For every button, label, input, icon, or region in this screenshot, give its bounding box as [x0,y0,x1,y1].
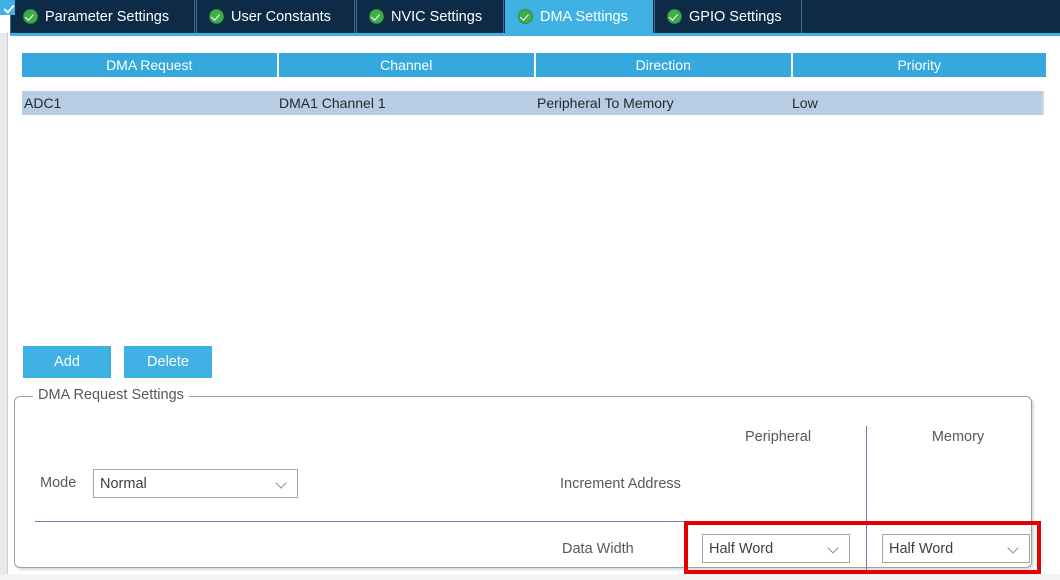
bottom-strip [0,574,1060,580]
mode-label: Mode [40,475,77,491]
check-circle-icon [369,9,384,24]
left-rail [0,33,8,580]
tab-label: NVIC Settings [391,8,483,25]
data-width-memory-select[interactable]: Half Word [882,534,1030,563]
tab-bar: Parameter Settings User Constants NVIC S… [0,0,1060,33]
settings-row-divider [35,521,1032,522]
column-label-memory: Memory [931,429,985,445]
cell-dma-request[interactable]: ADC1 [22,91,277,115]
tab-user-constants[interactable]: User Constants [196,0,355,33]
check-circle-icon [667,9,682,24]
data-width-memory-value: Half Word [889,540,954,557]
peripheral-memory-divider [866,426,867,580]
add-button[interactable]: Add [23,346,111,378]
chevron-down-icon [277,479,286,488]
delete-button[interactable]: Delete [124,346,212,378]
group-title: DMA Request Settings [33,387,189,403]
column-label-peripheral: Peripheral [744,429,812,445]
tab-nvic-settings[interactable]: NVIC Settings [356,0,504,33]
cell-channel[interactable]: DMA1 Channel 1 [277,91,535,115]
mode-select[interactable]: Normal [93,469,298,498]
check-circle-icon [209,9,224,24]
column-header-dma-request[interactable]: DMA Request [22,53,277,77]
tab-gpio-settings[interactable]: GPIO Settings [654,0,802,33]
chevron-down-icon [1009,544,1018,553]
table-row[interactable]: ADC1 DMA1 Channel 1 Peripheral To Memory… [22,91,1044,115]
tab-label: User Constants [231,8,331,25]
tab-label: GPIO Settings [689,8,782,25]
column-header-direction[interactable]: Direction [536,53,791,77]
chevron-down-icon [829,544,838,553]
tab-bar-underline [10,33,1060,36]
table-header-row: DMA Request Channel Direction Priority [22,53,1046,77]
tab-dma-settings[interactable]: DMA Settings [505,0,653,33]
increment-address-label: Increment Address [560,476,681,492]
check-circle-icon [23,9,38,24]
increment-address-memory-checkbox[interactable] [0,0,15,15]
tab-label: Parameter Settings [45,8,170,25]
column-header-priority[interactable]: Priority [792,53,1046,77]
tab-label: DMA Settings [540,8,628,25]
data-width-peripheral-value: Half Word [709,540,774,557]
column-header-channel[interactable]: Channel [278,53,534,77]
mode-select-value: Normal [100,475,147,492]
cell-direction[interactable]: Peripheral To Memory [535,91,790,115]
data-width-peripheral-select[interactable]: Half Word [702,534,850,563]
check-circle-icon [518,9,533,24]
data-width-label: Data Width [562,541,634,557]
dma-request-table: DMA Request Channel Direction Priority A… [22,53,1046,115]
cell-priority[interactable]: Low [790,91,1042,115]
tab-parameter-settings[interactable]: Parameter Settings [10,0,195,33]
